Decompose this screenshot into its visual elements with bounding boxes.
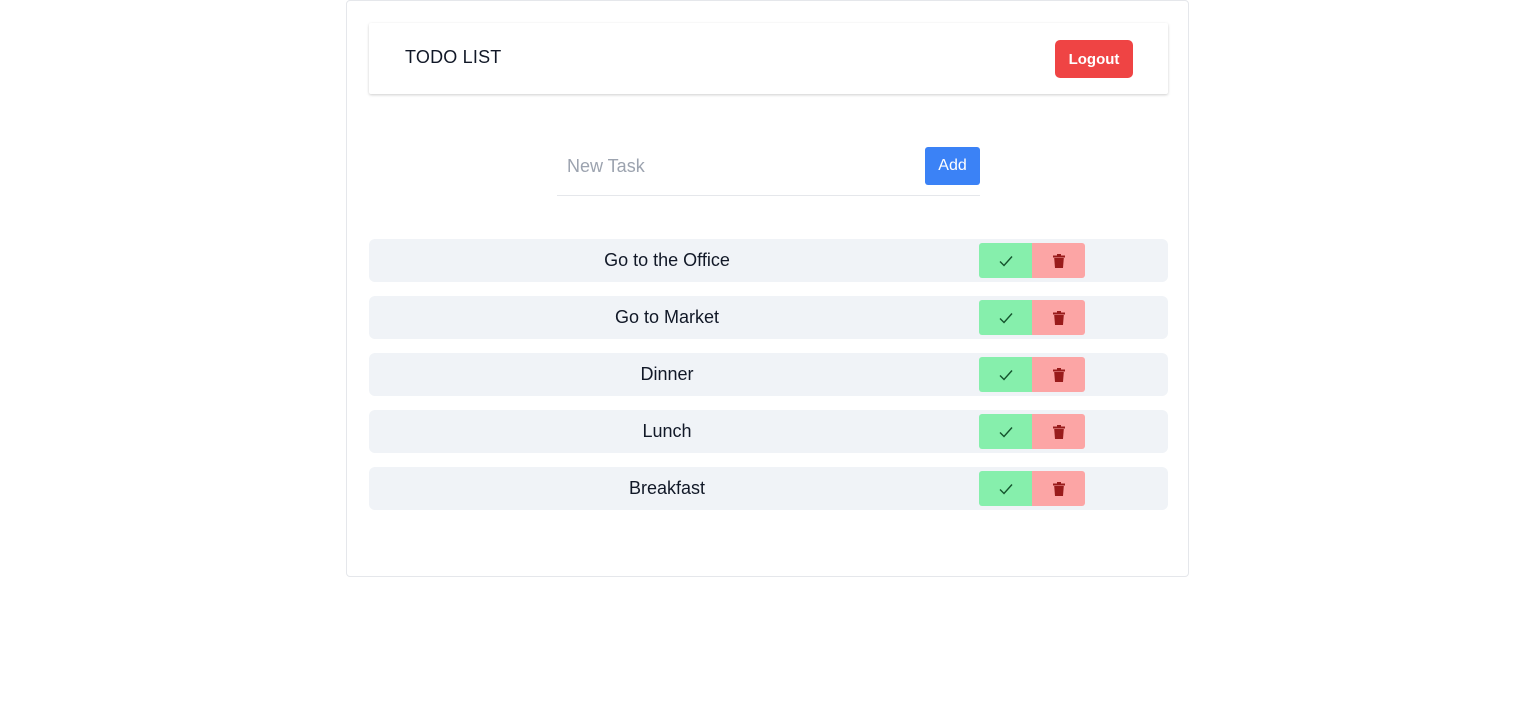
- task-item: Go to Market: [369, 296, 1168, 339]
- todo-card: TODO LIST Logout Add Go to the Office: [346, 0, 1189, 577]
- new-task-input[interactable]: [557, 143, 917, 189]
- task-list: Go to the Office Go to Market Dinner Lun…: [369, 239, 1168, 524]
- logout-button[interactable]: Logout: [1055, 40, 1133, 78]
- task-item: Dinner: [369, 353, 1168, 396]
- task-actions: [979, 300, 1085, 335]
- task-item: Breakfast: [369, 467, 1168, 510]
- task-text: Go to Market: [614, 307, 720, 327]
- trash-icon: [1052, 310, 1065, 325]
- task-text: Lunch: [642, 421, 692, 441]
- check-icon: [999, 369, 1013, 381]
- complete-task-button[interactable]: [979, 471, 1032, 506]
- task-text: Go to the Office: [604, 250, 730, 270]
- complete-task-button[interactable]: [979, 414, 1032, 449]
- check-icon: [999, 312, 1013, 324]
- task-item: Lunch: [369, 410, 1168, 453]
- task-actions: [979, 243, 1085, 278]
- trash-icon: [1052, 424, 1065, 439]
- delete-task-button[interactable]: [1032, 414, 1085, 449]
- trash-icon: [1052, 253, 1065, 268]
- trash-icon: [1052, 481, 1065, 496]
- top-navbar: TODO LIST Logout: [369, 23, 1168, 94]
- task-actions: [979, 414, 1085, 449]
- task-text: Breakfast: [628, 478, 706, 498]
- add-task-button[interactable]: Add: [925, 147, 980, 185]
- new-task-form: Add: [557, 141, 980, 196]
- app-title: TODO LIST: [405, 47, 502, 67]
- task-actions: [979, 471, 1085, 506]
- trash-icon: [1052, 367, 1065, 382]
- delete-task-button[interactable]: [1032, 300, 1085, 335]
- check-icon: [999, 483, 1013, 495]
- complete-task-button[interactable]: [979, 243, 1032, 278]
- delete-task-button[interactable]: [1032, 357, 1085, 392]
- task-text: Dinner: [640, 364, 694, 384]
- delete-task-button[interactable]: [1032, 243, 1085, 278]
- complete-task-button[interactable]: [979, 300, 1032, 335]
- delete-task-button[interactable]: [1032, 471, 1085, 506]
- check-icon: [999, 255, 1013, 267]
- check-icon: [999, 426, 1013, 438]
- complete-task-button[interactable]: [979, 357, 1032, 392]
- task-item: Go to the Office: [369, 239, 1168, 282]
- task-actions: [979, 357, 1085, 392]
